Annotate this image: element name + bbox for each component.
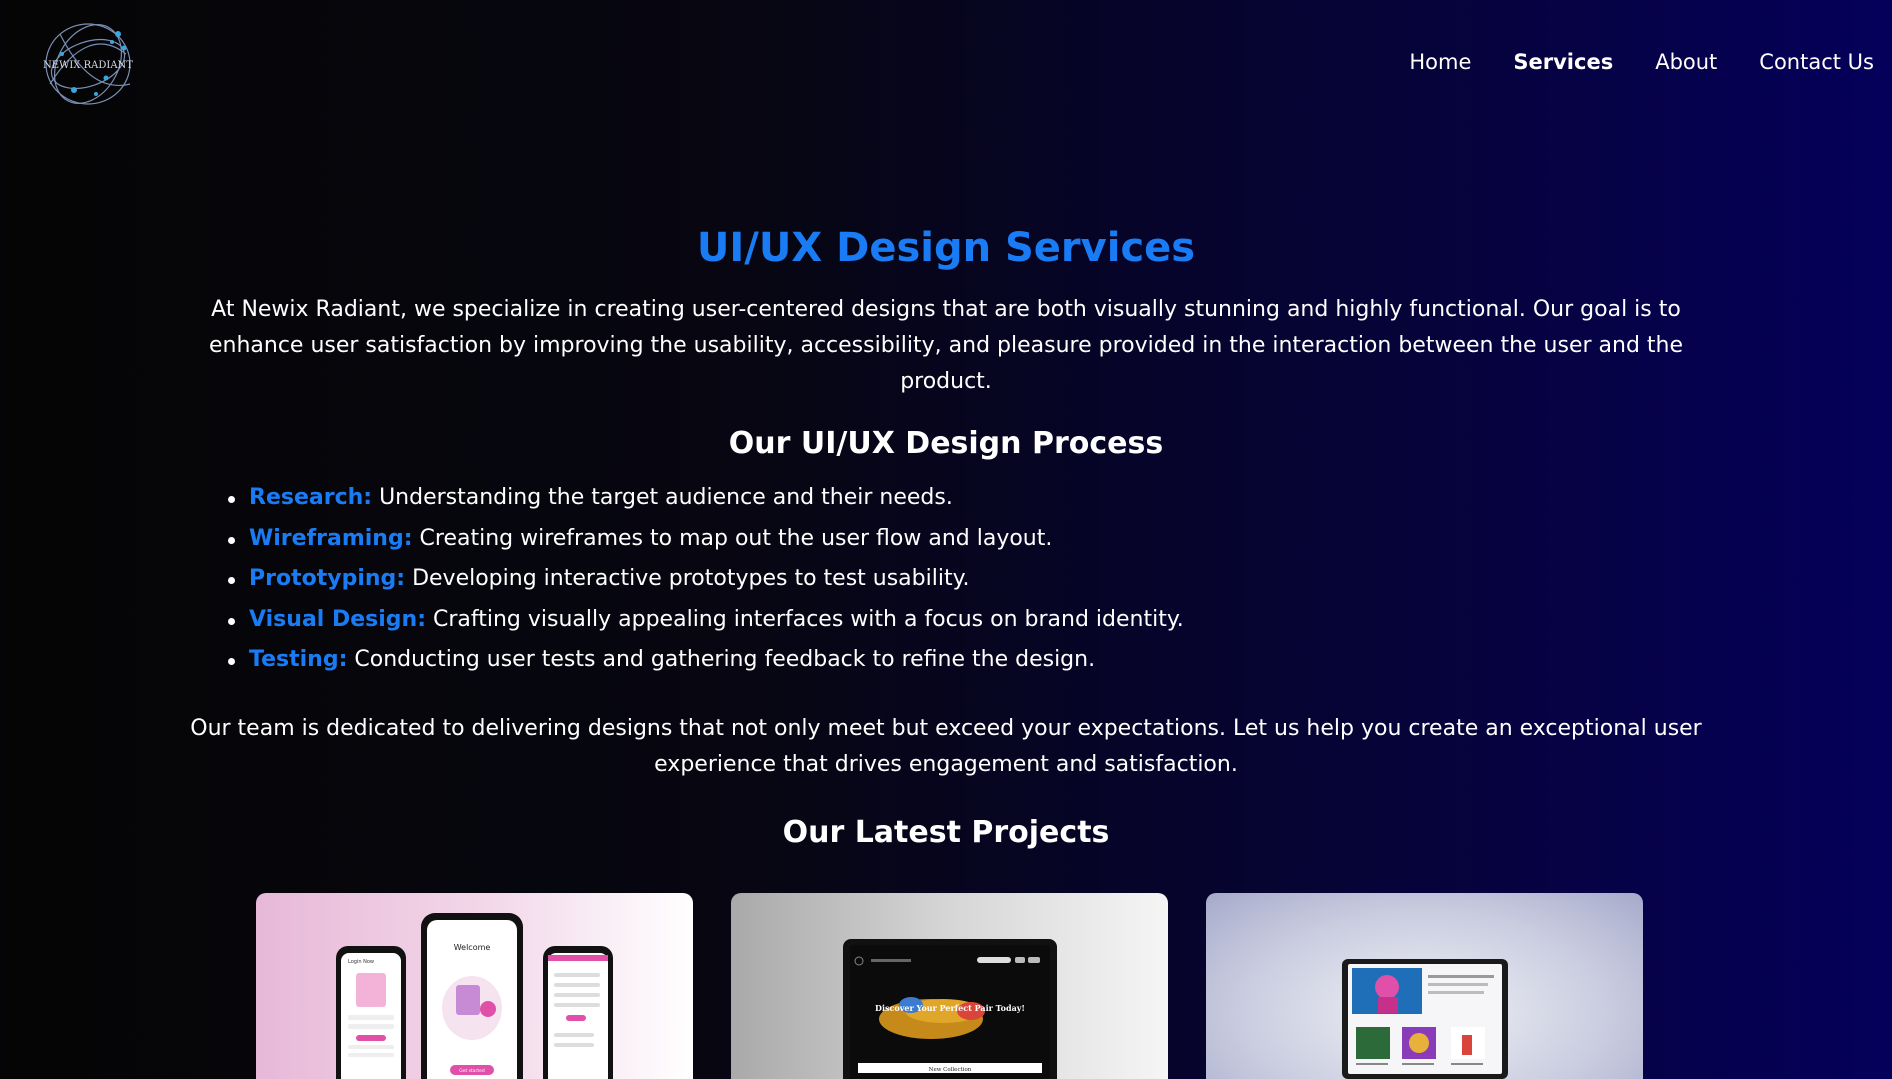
nav-services[interactable]: Services [1513, 50, 1613, 74]
step-term: Testing: [249, 647, 348, 672]
sneaker-website-mockup-image: Discover Your Perfect Pair Today! New Co… [843, 939, 1057, 1079]
screen-label-hero: Discover Your Perfect Pair Today! [875, 1003, 1025, 1013]
process-list: Research: Understanding the target audie… [0, 478, 1892, 681]
projects-heading: Our Latest Projects [782, 814, 1110, 850]
project-card-gallery-website[interactable] [1206, 893, 1643, 1079]
nav-contact-us[interactable]: Contact Us [1759, 50, 1874, 74]
step-text: Crafting visually appealing interfaces w… [426, 606, 1184, 632]
step-term: Research: [249, 485, 373, 510]
step-term: Wireframing: [249, 525, 413, 551]
process-step-visual-design: Visual Design: Crafting visually appeali… [228, 600, 1892, 641]
main-nav: Home Services About Contact Us [1367, 50, 1874, 74]
nav-home[interactable]: Home [1409, 50, 1471, 74]
site-header: NEWIX RADIANT Home Services About Contac… [0, 0, 1892, 130]
gallery-website-mockup-image [1342, 959, 1508, 1079]
step-text: Developing interactive prototypes to tes… [405, 566, 970, 591]
project-card-sneaker-website[interactable]: Discover Your Perfect Pair Today! New Co… [731, 893, 1168, 1079]
newix-radiant-logo[interactable]: NEWIX RADIANT [40, 14, 136, 110]
screen-label-collection: New Collection [929, 1067, 972, 1073]
services-section: UI/UX Design Services At Newix Radiant, … [0, 220, 1892, 855]
screen-label-login: Login Now [348, 959, 374, 965]
step-term: Prototyping: [249, 566, 406, 591]
process-heading: Our UI/UX Design Process [728, 426, 1164, 461]
step-text: Creating wireframes to map out the user … [412, 525, 1053, 551]
outro-paragraph: Our team is dedicated to delivering desi… [190, 715, 1702, 777]
process-step-testing: Testing: Conducting user tests and gathe… [228, 640, 1892, 681]
logo-text: NEWIX RADIANT [43, 60, 133, 71]
process-step-research: Research: Understanding the target audie… [228, 478, 1892, 519]
step-term: Visual Design: [249, 606, 427, 632]
project-card-mobile-app[interactable]: Login Now Welcome Get started [256, 893, 693, 1079]
nav-about[interactable]: About [1655, 50, 1717, 74]
step-text: Conducting user tests and gathering feed… [347, 647, 1096, 672]
step-text: Understanding the target audience and th… [372, 485, 953, 510]
process-step-prototyping: Prototyping: Developing interactive prot… [228, 559, 1892, 600]
intro-paragraph: At Newix Radiant, we specialize in creat… [208, 297, 1684, 394]
screen-label-get-started: Get started [459, 1068, 485, 1074]
process-step-wireframing: Wireframing: Creating wireframes to map … [228, 519, 1892, 560]
projects-gallery: Login Now Welcome Get started Discover Y… [256, 893, 1646, 1079]
page-title: UI/UX Design Services [696, 225, 1196, 271]
mobile-app-mockup-image: Login Now Welcome Get started [336, 913, 613, 1079]
screen-label-welcome: Welcome [454, 943, 491, 952]
